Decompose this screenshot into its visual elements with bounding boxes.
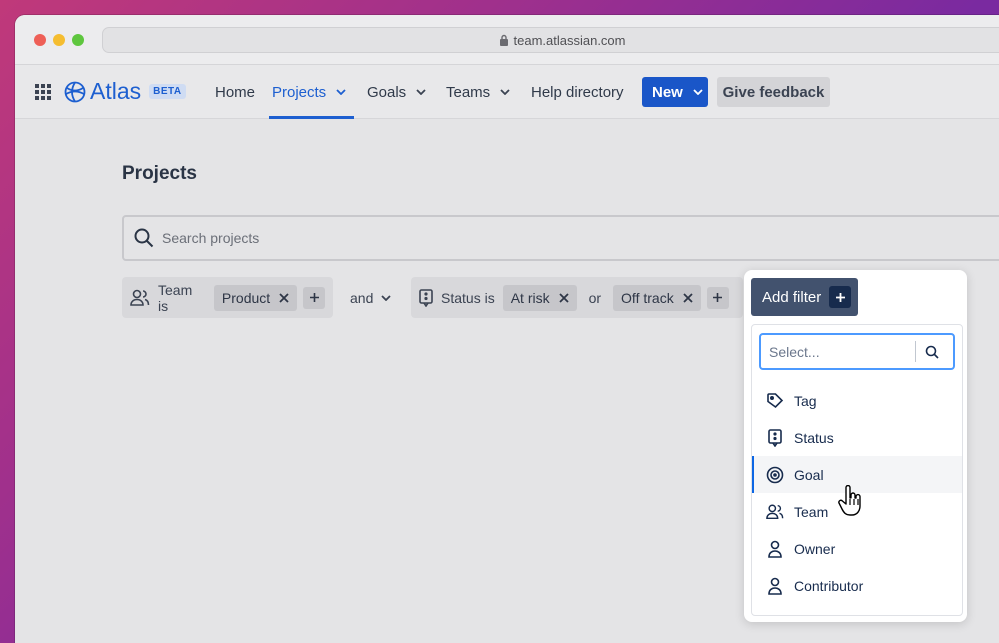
filter-chip-product: Product bbox=[213, 284, 298, 311]
filter-option-owner[interactable]: Owner bbox=[752, 530, 962, 567]
close-icon[interactable] bbox=[279, 292, 289, 303]
chevron-down-icon bbox=[416, 89, 426, 95]
status-icon bbox=[766, 428, 784, 447]
filter-options-menu: Tag Status Goal Team bbox=[751, 324, 963, 616]
chevron-down-icon bbox=[693, 89, 703, 95]
close-window-button[interactable] bbox=[34, 34, 46, 46]
team-icon bbox=[766, 503, 784, 521]
url-text: team.atlassian.com bbox=[513, 32, 626, 48]
nav-goals-label: Goals bbox=[367, 83, 407, 101]
minimize-window-button[interactable] bbox=[53, 34, 65, 46]
search-icon bbox=[134, 228, 154, 248]
or-label: or bbox=[588, 289, 602, 306]
app-switcher-icon[interactable] bbox=[35, 84, 51, 100]
page-title: Projects bbox=[122, 163, 197, 184]
search-projects-input[interactable] bbox=[162, 230, 962, 246]
team-filter-label: Team is bbox=[158, 281, 193, 314]
nav-goals[interactable]: Goals bbox=[367, 65, 426, 119]
nav-help-directory[interactable]: Help directory bbox=[531, 65, 624, 119]
team-icon bbox=[130, 289, 150, 307]
option-label: Goal bbox=[794, 466, 824, 483]
team-filter: Team is Product bbox=[122, 277, 333, 318]
filter-option-contributor[interactable]: Contributor bbox=[752, 567, 962, 604]
option-label: Status bbox=[794, 429, 834, 446]
chip-label: Product bbox=[221, 289, 271, 306]
nav-projects-label: Projects bbox=[272, 83, 327, 101]
add-filter-button[interactable]: Add filter bbox=[751, 278, 858, 316]
goal-icon bbox=[766, 466, 784, 484]
filter-select[interactable] bbox=[759, 333, 955, 370]
address-bar[interactable]: team.atlassian.com bbox=[102, 27, 999, 53]
logo-text: Atlas bbox=[90, 78, 142, 104]
chip-label: At risk bbox=[510, 289, 550, 306]
close-icon[interactable] bbox=[683, 292, 693, 303]
chip-label: Off track bbox=[621, 289, 674, 306]
globe-icon bbox=[64, 81, 86, 103]
option-label: Owner bbox=[794, 540, 836, 557]
status-filter-label: Status is bbox=[441, 289, 495, 306]
new-button-label: New bbox=[652, 83, 683, 101]
new-button[interactable]: New bbox=[642, 77, 708, 107]
chevron-down-icon bbox=[336, 89, 346, 95]
option-label: Team bbox=[794, 503, 829, 520]
app-navigation: Atlas BETA Home Projects Goals Teams Hel… bbox=[15, 65, 999, 119]
hand-pointer-icon bbox=[838, 485, 864, 517]
browser-titlebar: team.atlassian.com bbox=[15, 15, 999, 65]
feedback-label: Give feedback bbox=[722, 83, 825, 101]
option-label: Contributor bbox=[794, 577, 864, 594]
project-search[interactable] bbox=[122, 215, 999, 261]
give-feedback-button[interactable]: Give feedback bbox=[717, 77, 830, 107]
contributor-icon bbox=[766, 577, 784, 595]
chevron-down-icon bbox=[500, 89, 510, 95]
tag-icon bbox=[766, 392, 784, 410]
lock-icon bbox=[499, 34, 509, 46]
nav-teams-label: Teams bbox=[446, 83, 491, 101]
nav-home-label: Home bbox=[215, 83, 256, 101]
owner-icon bbox=[766, 540, 784, 558]
filter-chip-at-risk: At risk bbox=[502, 284, 577, 311]
beta-badge: BETA bbox=[149, 84, 186, 99]
option-label: Tag bbox=[794, 392, 817, 409]
add-filter-label: Add filter bbox=[762, 288, 822, 306]
add-filter-popover: Add filter Tag bbox=[744, 270, 967, 622]
nav-projects[interactable]: Projects bbox=[268, 65, 355, 119]
filter-option-tag[interactable]: Tag bbox=[752, 382, 962, 419]
status-filter: Status is At risk or Off track bbox=[411, 277, 743, 318]
conjunction-dropdown[interactable]: and bbox=[350, 277, 391, 318]
close-icon[interactable] bbox=[558, 292, 569, 303]
add-status-value-button[interactable] bbox=[706, 286, 729, 309]
filter-chip-off-track: Off track bbox=[613, 284, 701, 311]
atlas-logo[interactable]: Atlas BETA bbox=[64, 78, 186, 105]
browser-window: team.atlassian.com Atlas BETA Home Proje… bbox=[15, 15, 999, 643]
divider bbox=[915, 341, 916, 362]
nav-home[interactable]: Home bbox=[215, 65, 255, 119]
chevron-down-icon bbox=[381, 294, 391, 301]
filter-select-input[interactable] bbox=[769, 343, 909, 360]
status-icon bbox=[419, 288, 433, 307]
add-team-value-button[interactable] bbox=[303, 286, 325, 309]
nav-help-label: Help directory bbox=[531, 83, 624, 101]
filter-option-status[interactable]: Status bbox=[752, 419, 962, 456]
conjunction-label: and bbox=[350, 289, 374, 306]
nav-teams[interactable]: Teams bbox=[446, 65, 510, 119]
plus-icon bbox=[829, 286, 852, 308]
plus-icon bbox=[309, 292, 320, 303]
search-icon bbox=[925, 345, 939, 359]
plus-icon bbox=[712, 292, 723, 303]
maximize-window-button[interactable] bbox=[72, 34, 84, 46]
